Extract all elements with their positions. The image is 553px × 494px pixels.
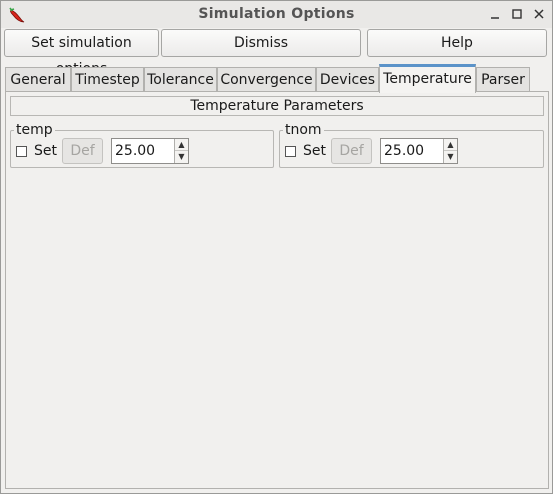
temp-increment-icon[interactable]: ▲ bbox=[175, 139, 188, 151]
tnom-spin-buttons: ▲ ▼ bbox=[443, 139, 457, 163]
temp-set-label: Set bbox=[34, 143, 57, 159]
title-bar[interactable]: Simulation Options bbox=[1, 1, 552, 28]
window-title: Simulation Options bbox=[198, 6, 355, 22]
tab-tolerance[interactable]: Tolerance bbox=[144, 67, 217, 93]
tnom-value-spinbox[interactable]: ▲ ▼ bbox=[380, 138, 458, 164]
tab-general[interactable]: General bbox=[5, 67, 71, 93]
temp-decrement-icon[interactable]: ▼ bbox=[175, 151, 188, 163]
temp-label: temp bbox=[14, 121, 55, 139]
panel-title: Temperature Parameters bbox=[10, 96, 544, 116]
tab-timestep[interactable]: Timestep bbox=[71, 67, 144, 93]
tab-convergence[interactable]: Convergence bbox=[217, 67, 316, 93]
tab-devices[interactable]: Devices bbox=[316, 67, 379, 93]
temp-group: temp Set Def ▲ ▼ bbox=[10, 121, 274, 168]
temp-value-spinbox[interactable]: ▲ ▼ bbox=[111, 138, 189, 164]
tnom-group: tnom Set Def ▲ ▼ bbox=[279, 121, 544, 168]
tnom-def-button[interactable]: Def bbox=[331, 138, 372, 164]
tab-temperature[interactable]: Temperature bbox=[379, 64, 476, 93]
tnom-increment-icon[interactable]: ▲ bbox=[444, 139, 457, 151]
tnom-set-label: Set bbox=[303, 143, 326, 159]
tnom-value-input[interactable] bbox=[384, 142, 442, 160]
temp-set-checkbox[interactable] bbox=[16, 146, 27, 157]
tnom-set-checkbox[interactable] bbox=[285, 146, 296, 157]
set-simulation-options-button[interactable]: Set simulation options bbox=[4, 29, 159, 77]
close-icon[interactable] bbox=[532, 7, 546, 21]
minimize-icon[interactable] bbox=[488, 7, 502, 21]
temp-value-input[interactable] bbox=[115, 142, 173, 160]
tnom-decrement-icon[interactable]: ▼ bbox=[444, 151, 457, 163]
tab-parser[interactable]: Parser bbox=[476, 67, 530, 93]
temp-spin-buttons: ▲ ▼ bbox=[174, 139, 188, 163]
tnom-label: tnom bbox=[283, 121, 324, 139]
help-button[interactable]: Help bbox=[367, 29, 547, 57]
dismiss-button[interactable]: Dismiss bbox=[161, 29, 361, 57]
simulation-options-window: Simulation Options Set simulation option… bbox=[0, 0, 553, 494]
tab-bar: General Timestep Tolerance Convergence D… bbox=[5, 64, 550, 93]
temperature-panel: Temperature Parameters temp Set Def ▲ ▼ … bbox=[5, 91, 549, 489]
temp-def-button[interactable]: Def bbox=[62, 138, 103, 164]
maximize-icon[interactable] bbox=[510, 7, 524, 21]
